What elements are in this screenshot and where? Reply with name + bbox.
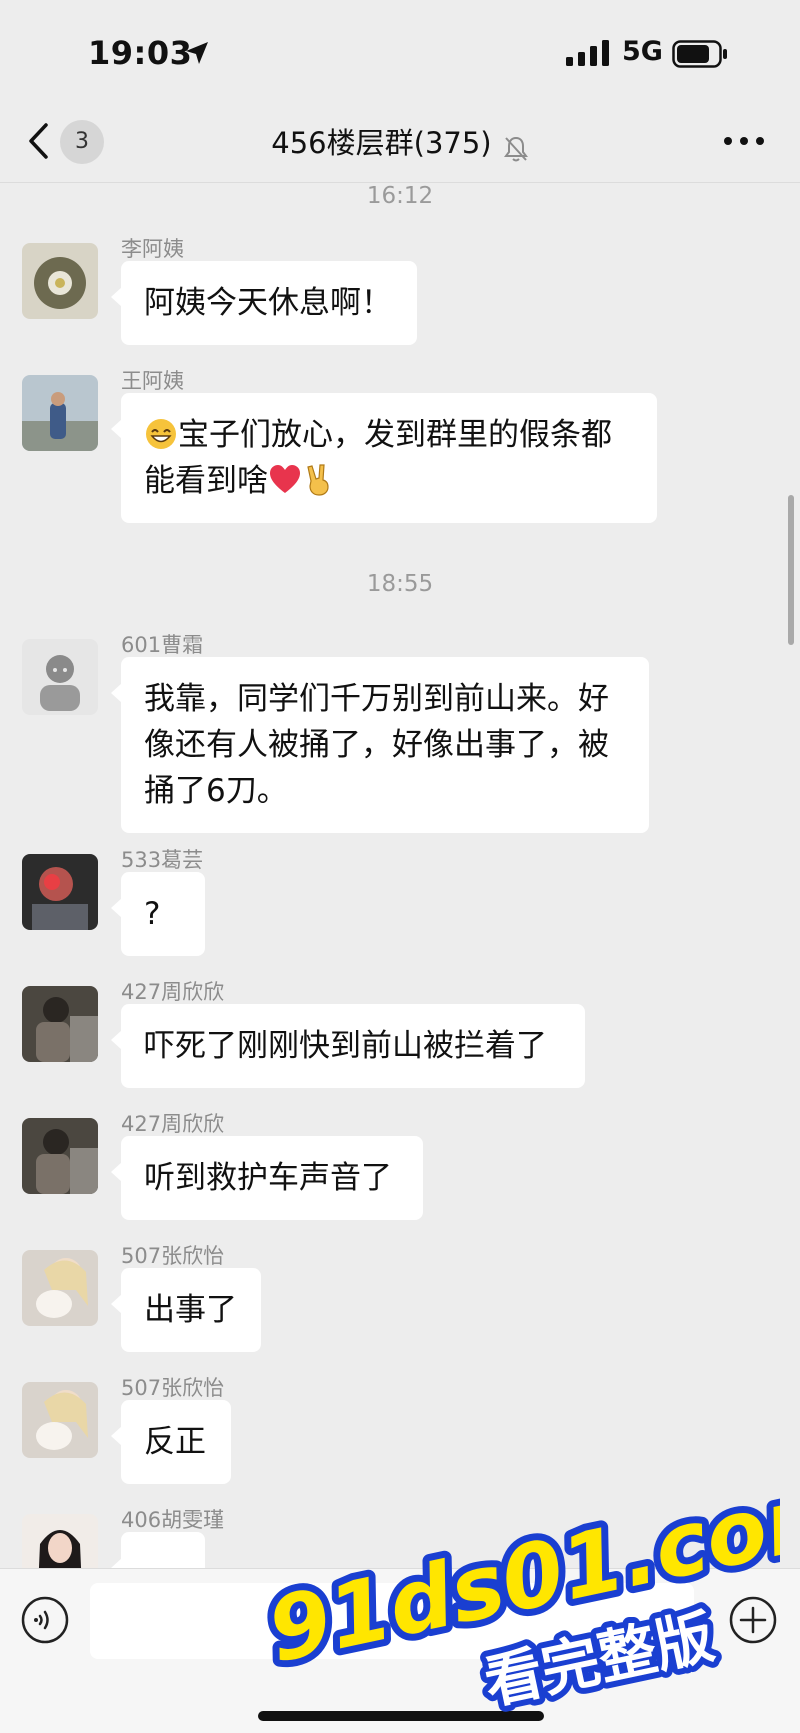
battery-icon — [672, 40, 727, 68]
watermark: 91ds01.com 看完整版 — [260, 1490, 780, 1720]
avatar[interactable] — [22, 639, 98, 715]
message-text: 出事了 — [144, 1292, 237, 1328]
muted-bell-icon — [503, 136, 528, 161]
message-text: ? — [144, 896, 161, 932]
avatar[interactable] — [22, 375, 98, 451]
sender-name: 427周欣欣 — [121, 1112, 225, 1136]
sender-name: 427周欣欣 — [121, 980, 225, 1004]
sender-name: 406胡雯瑾 — [121, 1508, 225, 1532]
sender-name: 601曹霜 — [121, 633, 204, 657]
signal-bars-icon — [566, 40, 609, 66]
message-bubble[interactable]: 吓死了刚刚快到前山被拦着了 — [111, 1004, 585, 1088]
message-text: 能看到啥 — [144, 463, 268, 499]
message-bubble[interactable]: 阿姨今天休息啊！ — [111, 261, 417, 345]
grinning-face-icon — [146, 419, 176, 449]
message-text: 宝子们放心，发到群里的假条都 — [178, 417, 612, 453]
message-text: 听到救护车声音了 — [144, 1160, 392, 1196]
chat-title[interactable]: 456楼层群(375) — [271, 126, 491, 160]
avatar[interactable] — [22, 1118, 98, 1194]
victory-hand-icon — [307, 464, 329, 496]
message-bubble[interactable]: 宝子们放心，发到群里的假条都 能看到啥 — [111, 393, 657, 523]
more-options-icon[interactable] — [722, 126, 766, 156]
sender-name: 507张欣怡 — [121, 1244, 225, 1268]
avatar[interactable] — [22, 1382, 98, 1458]
avatar[interactable] — [22, 986, 98, 1062]
scrollbar[interactable] — [788, 495, 794, 645]
message-bubble[interactable]: 出事了 — [111, 1268, 261, 1352]
avatar[interactable] — [22, 854, 98, 930]
chat-title-container: 456楼层群(375) — [0, 120, 800, 163]
chat-header: 3 456楼层群(375) — [0, 100, 800, 183]
message-text: 吓死了刚刚快到前山被拦着了 — [144, 1028, 547, 1064]
message-line-1: 宝子们放心，发到群里的假条都 — [144, 412, 634, 458]
message-bubble[interactable]: 我靠，同学们千万别到前山来。好 像还有人被捅了，好像出事了，被 捅了6刀。 — [111, 657, 649, 833]
sender-name: 李阿姨 — [121, 237, 184, 261]
time-divider: 16:12 — [366, 183, 434, 209]
status-bar: 19:03 5G — [0, 0, 800, 100]
avatar[interactable] — [22, 1250, 98, 1326]
avatar[interactable] — [22, 243, 98, 319]
message-bubble[interactable] — [111, 1532, 205, 1568]
message-text: 阿姨今天休息啊！ — [144, 285, 392, 321]
message-text: 像还有人被捅了，好像出事了，被 — [144, 727, 609, 763]
message-text: 反正 — [144, 1424, 206, 1460]
message-list[interactable]: 16:12 李阿姨 阿姨今天休息啊！ 王阿姨 宝子们放心，发到群里的假条都 能看… — [0, 183, 800, 1568]
status-time: 19:03 — [88, 34, 193, 72]
sender-name: 533葛芸 — [121, 848, 204, 872]
sender-name: 王阿姨 — [121, 369, 184, 393]
message-line-2: 能看到啥 — [144, 458, 634, 504]
voice-input-icon[interactable] — [20, 1595, 70, 1645]
message-bubble[interactable]: 听到救护车声音了 — [111, 1136, 423, 1220]
red-heart-icon — [270, 465, 300, 493]
message-text: 我靠，同学们千万别到前山来。好 — [144, 681, 609, 717]
message-bubble[interactable]: ? — [111, 872, 205, 956]
location-arrow-icon — [186, 42, 208, 64]
network-type: 5G — [622, 36, 663, 67]
message-bubble[interactable]: 反正 — [111, 1400, 231, 1484]
avatar[interactable] — [22, 1514, 98, 1568]
sender-name: 507张欣怡 — [121, 1376, 225, 1400]
message-text: 捅了6刀。 — [144, 773, 288, 809]
time-divider: 18:55 — [366, 571, 434, 597]
